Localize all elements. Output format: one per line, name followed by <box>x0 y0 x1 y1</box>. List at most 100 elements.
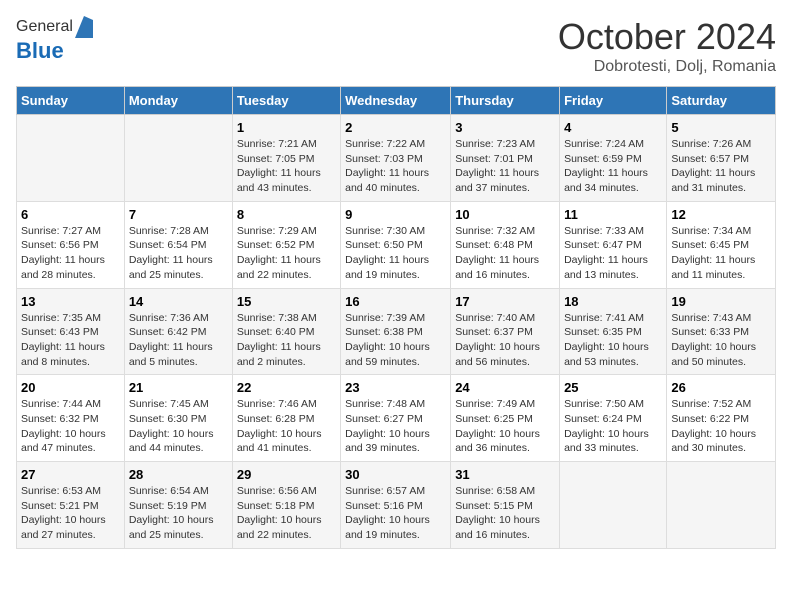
day-info: Sunrise: 7:43 AMSunset: 6:33 PMDaylight:… <box>671 311 771 370</box>
header-row: SundayMondayTuesdayWednesdayThursdayFrid… <box>17 87 776 115</box>
day-number: 25 <box>564 380 662 395</box>
day-number: 23 <box>345 380 446 395</box>
day-number: 22 <box>237 380 336 395</box>
calendar-cell: 25 Sunrise: 7:50 AMSunset: 6:24 PMDayligh… <box>560 375 667 462</box>
calendar-week-row: 6 Sunrise: 7:27 AMSunset: 6:56 PMDaylight… <box>17 201 776 288</box>
day-number: 21 <box>129 380 228 395</box>
day-info: Sunrise: 7:40 AMSunset: 6:37 PMDaylight:… <box>455 311 555 370</box>
calendar-cell: 20Sunrise: 7:44 AMSunset: 6:32 PMDayligh… <box>17 375 125 462</box>
day-info: Sunrise: 7:30 AMSunset: 6:50 PMDaylight:… <box>345 224 446 283</box>
calendar-cell <box>667 462 776 549</box>
calendar-cell: 31Sunrise: 6:58 AMSunset: 5:15 PMDayligh… <box>451 462 560 549</box>
day-info: Sunrise: 7:23 AMSunset: 7:01 PMDaylight:… <box>455 137 555 196</box>
day-number: 9 <box>345 207 446 222</box>
calendar-cell: 10 Sunrise: 7:32 AMSunset: 6:48 PMDayligh… <box>451 201 560 288</box>
day-info: Sunrise: 7:22 AMSunset: 7:03 PMDaylight:… <box>345 137 446 196</box>
calendar-cell: 13 Sunrise: 7:35 AMSunset: 6:43 PMDayligh… <box>17 288 125 375</box>
day-number: 24 <box>455 380 555 395</box>
day-number: 19 <box>671 294 771 309</box>
day-info: Sunrise: 7:26 AMSunset: 6:57 PMDaylight:… <box>671 137 771 196</box>
day-number: 18 <box>564 294 662 309</box>
day-info: Sunrise: 6:57 AMSunset: 5:16 PMDaylight:… <box>345 484 446 543</box>
logo-icon <box>75 16 93 38</box>
day-number: 20 <box>21 380 120 395</box>
calendar-cell: 1 Sunrise: 7:21 AMSunset: 7:05 PMDaylight… <box>232 115 340 202</box>
logo-blue-text: Blue <box>16 38 64 63</box>
calendar-week-row: 1 Sunrise: 7:21 AMSunset: 7:05 PMDaylight… <box>17 115 776 202</box>
calendar-cell: 30 Sunrise: 6:57 AMSunset: 5:16 PMDayligh… <box>341 462 451 549</box>
day-number: 8 <box>237 207 336 222</box>
day-info: Sunrise: 7:33 AMSunset: 6:47 PMDaylight:… <box>564 224 662 283</box>
calendar-cell <box>124 115 232 202</box>
day-number: 16 <box>345 294 446 309</box>
calendar-cell: 8 Sunrise: 7:29 AMSunset: 6:52 PMDaylight… <box>232 201 340 288</box>
calendar-week-row: 13 Sunrise: 7:35 AMSunset: 6:43 PMDayligh… <box>17 288 776 375</box>
page-header: General Blue October 2024 Dobrotesti, Do… <box>16 16 776 76</box>
day-number: 2 <box>345 120 446 135</box>
calendar-week-row: 27 Sunrise: 6:53 AMSunset: 5:21 PMDayligh… <box>17 462 776 549</box>
day-info: Sunrise: 7:50 AMSunset: 6:24 PMDaylight:… <box>564 397 662 456</box>
title-block: October 2024 Dobrotesti, Dolj, Romania <box>558 16 776 76</box>
calendar-cell: 11Sunrise: 7:33 AMSunset: 6:47 PMDayligh… <box>560 201 667 288</box>
calendar-week-row: 20Sunrise: 7:44 AMSunset: 6:32 PMDayligh… <box>17 375 776 462</box>
day-number: 29 <box>237 467 336 482</box>
calendar-cell: 28Sunrise: 6:54 AMSunset: 5:19 PMDayligh… <box>124 462 232 549</box>
day-info: Sunrise: 6:56 AMSunset: 5:18 PMDaylight:… <box>237 484 336 543</box>
day-info: Sunrise: 7:49 AMSunset: 6:25 PMDaylight:… <box>455 397 555 456</box>
day-number: 15 <box>237 294 336 309</box>
day-info: Sunrise: 7:36 AMSunset: 6:42 PMDaylight:… <box>129 311 228 370</box>
day-number: 13 <box>21 294 120 309</box>
day-number: 27 <box>21 467 120 482</box>
day-number: 12 <box>671 207 771 222</box>
calendar-cell: 24 Sunrise: 7:49 AMSunset: 6:25 PMDayligh… <box>451 375 560 462</box>
calendar-cell: 5Sunrise: 7:26 AMSunset: 6:57 PMDaylight… <box>667 115 776 202</box>
calendar-cell: 14 Sunrise: 7:36 AMSunset: 6:42 PMDayligh… <box>124 288 232 375</box>
month-title: October 2024 <box>558 16 776 58</box>
calendar-cell: 29 Sunrise: 6:56 AMSunset: 5:18 PMDayligh… <box>232 462 340 549</box>
day-info: Sunrise: 7:48 AMSunset: 6:27 PMDaylight:… <box>345 397 446 456</box>
day-of-week-header: Sunday <box>17 87 125 115</box>
day-info: Sunrise: 7:21 AMSunset: 7:05 PMDaylight:… <box>237 137 336 196</box>
day-info: Sunrise: 7:32 AMSunset: 6:48 PMDaylight:… <box>455 224 555 283</box>
calendar-table: SundayMondayTuesdayWednesdayThursdayFrid… <box>16 86 776 549</box>
calendar-cell: 17 Sunrise: 7:40 AMSunset: 6:37 PMDayligh… <box>451 288 560 375</box>
day-info: Sunrise: 7:29 AMSunset: 6:52 PMDaylight:… <box>237 224 336 283</box>
day-of-week-header: Tuesday <box>232 87 340 115</box>
day-number: 28 <box>129 467 228 482</box>
day-number: 10 <box>455 207 555 222</box>
day-info: Sunrise: 6:53 AMSunset: 5:21 PMDaylight:… <box>21 484 120 543</box>
calendar-cell: 9 Sunrise: 7:30 AMSunset: 6:50 PMDaylight… <box>341 201 451 288</box>
day-info: Sunrise: 7:27 AMSunset: 6:56 PMDaylight:… <box>21 224 120 283</box>
calendar-cell <box>560 462 667 549</box>
day-number: 30 <box>345 467 446 482</box>
day-info: Sunrise: 7:35 AMSunset: 6:43 PMDaylight:… <box>21 311 120 370</box>
calendar-cell: 21Sunrise: 7:45 AMSunset: 6:30 PMDayligh… <box>124 375 232 462</box>
calendar-cell: 7Sunrise: 7:28 AMSunset: 6:54 PMDaylight… <box>124 201 232 288</box>
day-number: 7 <box>129 207 228 222</box>
calendar-cell: 27 Sunrise: 6:53 AMSunset: 5:21 PMDayligh… <box>17 462 125 549</box>
calendar-cell: 23 Sunrise: 7:48 AMSunset: 6:27 PMDayligh… <box>341 375 451 462</box>
calendar-cell: 22 Sunrise: 7:46 AMSunset: 6:28 PMDayligh… <box>232 375 340 462</box>
calendar-cell <box>17 115 125 202</box>
day-info: Sunrise: 7:46 AMSunset: 6:28 PMDaylight:… <box>237 397 336 456</box>
logo-general-text: General <box>16 18 73 36</box>
day-number: 14 <box>129 294 228 309</box>
day-number: 6 <box>21 207 120 222</box>
calendar-cell: 15Sunrise: 7:38 AMSunset: 6:40 PMDayligh… <box>232 288 340 375</box>
calendar-cell: 16Sunrise: 7:39 AMSunset: 6:38 PMDayligh… <box>341 288 451 375</box>
day-of-week-header: Friday <box>560 87 667 115</box>
day-number: 3 <box>455 120 555 135</box>
calendar-cell: 6 Sunrise: 7:27 AMSunset: 6:56 PMDaylight… <box>17 201 125 288</box>
day-number: 17 <box>455 294 555 309</box>
day-info: Sunrise: 7:52 AMSunset: 6:22 PMDaylight:… <box>671 397 771 456</box>
calendar-cell: 4Sunrise: 7:24 AMSunset: 6:59 PMDaylight… <box>560 115 667 202</box>
calendar-cell: 3 Sunrise: 7:23 AMSunset: 7:01 PMDaylight… <box>451 115 560 202</box>
day-of-week-header: Wednesday <box>341 87 451 115</box>
calendar-cell: 19 Sunrise: 7:43 AMSunset: 6:33 PMDayligh… <box>667 288 776 375</box>
day-of-week-header: Thursday <box>451 87 560 115</box>
day-number: 31 <box>455 467 555 482</box>
day-number: 26 <box>671 380 771 395</box>
calendar-cell: 26 Sunrise: 7:52 AMSunset: 6:22 PMDayligh… <box>667 375 776 462</box>
day-number: 1 <box>237 120 336 135</box>
calendar-cell: 12Sunrise: 7:34 AMSunset: 6:45 PMDayligh… <box>667 201 776 288</box>
